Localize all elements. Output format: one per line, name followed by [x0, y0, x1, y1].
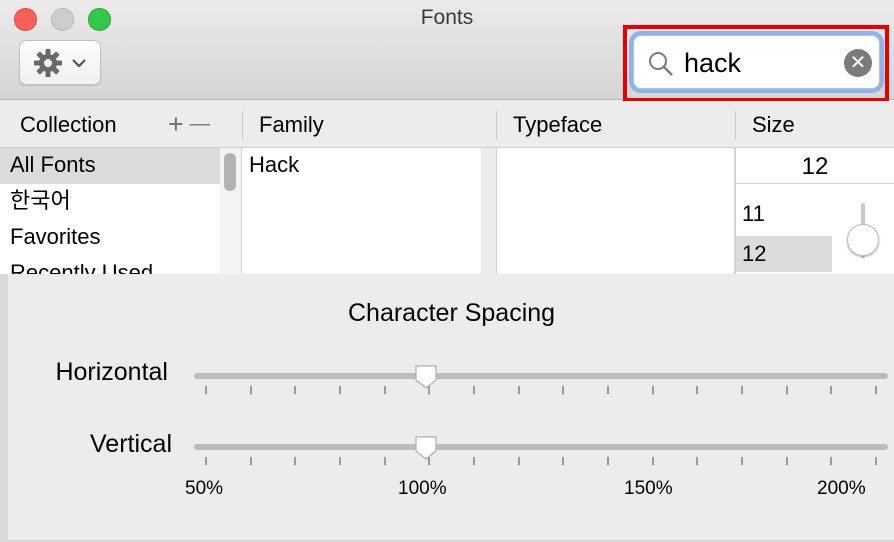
slider-tick [249, 386, 252, 394]
slider-tick [785, 386, 788, 394]
action-menu-button[interactable] [19, 40, 101, 85]
search-icon [648, 51, 674, 82]
collection-item[interactable]: All Fonts [0, 148, 220, 184]
slider-tick [294, 457, 297, 465]
vertical-slider[interactable] [194, 444, 888, 450]
slider-tick [875, 457, 877, 465]
slider-tick [785, 457, 788, 465]
family-scrollbar [481, 148, 496, 274]
slider-tick [473, 457, 475, 465]
horizontal-slider-knob[interactable] [414, 364, 438, 390]
collection-item[interactable]: Favorites [0, 220, 220, 256]
horizontal-label: Horizontal [55, 358, 168, 386]
chevron-down-icon [71, 58, 87, 68]
size-input[interactable]: 12 [736, 148, 894, 184]
slider-tick [517, 457, 520, 465]
family-header: Family [259, 112, 324, 137]
slider-tick [696, 386, 699, 394]
scrollbar-thumb[interactable] [224, 153, 236, 191]
collection-header: Collection [20, 112, 117, 137]
size-pane: 12 11 12 [736, 148, 894, 274]
size-item[interactable]: 11 [736, 196, 832, 232]
column-headers: Collection +— Family Typeface Size [0, 101, 894, 148]
family-item[interactable]: Hack [243, 148, 481, 182]
slider-tick [696, 457, 699, 465]
character-spacing-title: Character Spacing [348, 299, 556, 327]
scale-label-200: 200% [817, 478, 866, 499]
slider-tick [383, 457, 386, 465]
search-field[interactable]: ✕ [633, 35, 880, 89]
column-divider[interactable] [496, 111, 497, 139]
remove-collection-button[interactable]: — [190, 113, 216, 135]
search-input[interactable] [684, 44, 834, 82]
slider-tick [830, 457, 833, 465]
typeface-header: Typeface [513, 112, 603, 137]
clear-icon[interactable]: ✕ [844, 49, 872, 77]
column-divider[interactable] [735, 111, 736, 139]
slider-tick [562, 457, 565, 465]
slider-tick [875, 386, 877, 394]
window-toolbar: Fonts hack ✕ [0, 0, 894, 102]
slider-tick [517, 386, 520, 394]
vertical-label: Vertical [90, 430, 172, 458]
slider-tick [830, 386, 833, 394]
slider-tick [294, 386, 297, 394]
slider-tick [205, 386, 207, 394]
scale-label-150: 150% [624, 478, 673, 499]
slider-tick [562, 386, 565, 394]
typeface-list[interactable] [496, 148, 734, 274]
gear-icon [33, 48, 63, 78]
size-item[interactable]: 12 [736, 236, 832, 272]
slider-tick [339, 386, 341, 394]
vertical-ticks [205, 457, 877, 465]
add-collection-button[interactable]: + [168, 109, 190, 139]
vertical-slider-knob[interactable] [414, 435, 438, 461]
collection-list[interactable]: All Fonts 한국어 Favorites Recently Used [0, 148, 220, 274]
collection-item[interactable]: 한국어 [0, 184, 220, 220]
scale-label-50: 50% [185, 478, 224, 499]
size-header: Size [752, 112, 795, 137]
slider-tick [383, 386, 386, 394]
horizontal-ticks [205, 386, 877, 394]
slider-tick [607, 386, 609, 394]
character-spacing-panel: Character Spacing Horizontal Vertical 50… [0, 274, 894, 542]
slider-tick [249, 457, 252, 465]
scale-label-100: 100% [398, 478, 447, 499]
family-list[interactable]: Hack [243, 148, 481, 274]
collection-item[interactable]: Recently Used [0, 256, 220, 274]
size-slider-knob[interactable] [847, 224, 879, 256]
slider-tick [651, 457, 654, 465]
slider-tick [741, 386, 743, 394]
slider-tick [339, 457, 341, 465]
collection-add-remove: +— [168, 109, 216, 140]
column-divider[interactable] [242, 111, 243, 139]
slider-tick [473, 386, 475, 394]
font-browser-panes: All Fonts 한국어 Favorites Recently Used Ha… [0, 148, 894, 274]
slider-tick [651, 386, 654, 394]
horizontal-slider[interactable] [194, 373, 888, 379]
slider-tick [741, 457, 743, 465]
collection-scrollbar[interactable] [220, 148, 242, 274]
slider-tick [607, 457, 609, 465]
slider-tick [205, 457, 207, 465]
